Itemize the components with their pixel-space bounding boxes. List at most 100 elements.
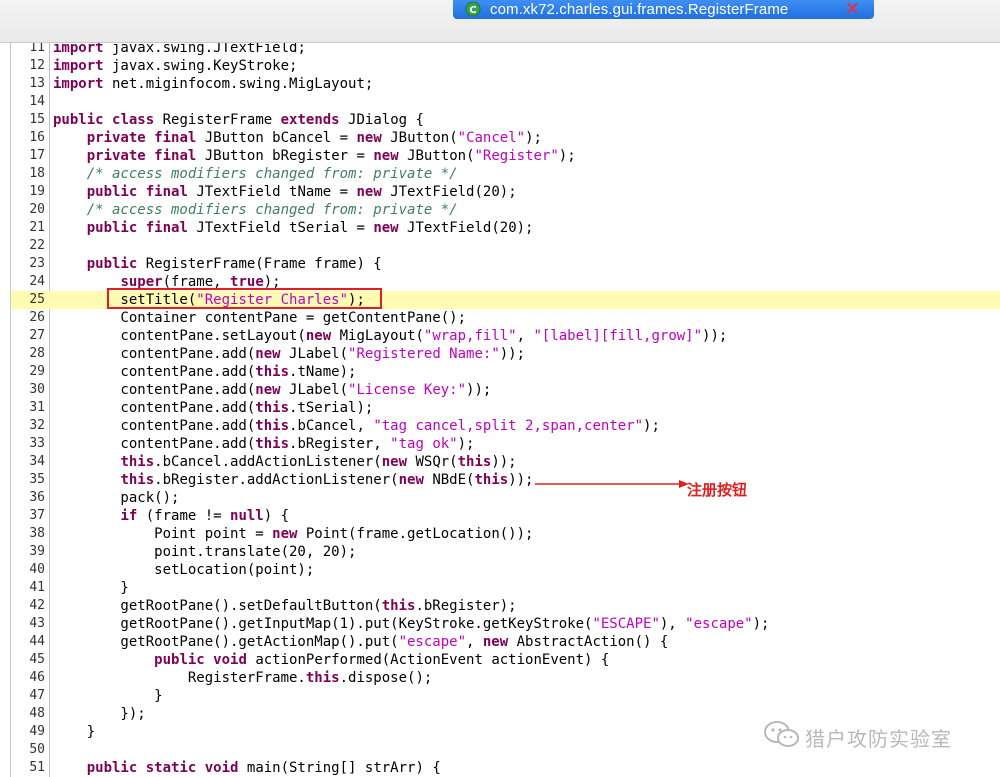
code-line: 13 import net.miginfocom.swing.MigLayout; bbox=[11, 75, 1000, 93]
line-number: 47 bbox=[29, 688, 45, 703]
code-line: 28 contentPane.add(new JLabel("Registere… bbox=[11, 345, 1000, 363]
window-toolbar: C com.xk72.charles.gui.frames.RegisterFr… bbox=[0, 0, 1000, 43]
code-line: 51 public static void main(String[] strA… bbox=[11, 759, 1000, 777]
code-line: 37 if (frame != null) { bbox=[11, 507, 1000, 525]
code-text: contentPane.add(this.tName); bbox=[53, 364, 357, 380]
line-number: 39 bbox=[29, 544, 45, 559]
code-editor[interactable]: 11 import javax.swing.JTextField; 12 import… bbox=[10, 42, 1000, 777]
line-number: 29 bbox=[29, 364, 45, 379]
code-line: 15 public class RegisterFrame extends JDi… bbox=[11, 111, 1000, 129]
code-text: getRootPane().getActionMap().put("escape… bbox=[53, 634, 669, 650]
code-text: /* access modifiers changed from: privat… bbox=[86, 166, 458, 182]
line-number: 49 bbox=[29, 724, 45, 739]
code-line: 46 RegisterFrame.this.dispose(); bbox=[11, 669, 1000, 687]
annotation-label: 注册按钮 bbox=[687, 481, 748, 499]
code-line: 40 setLocation(point); bbox=[11, 561, 1000, 579]
code-text: pack(); bbox=[53, 490, 180, 506]
code-line: 35 this.bRegister.addActionListener(new … bbox=[11, 471, 1000, 489]
code-line: 39 point.translate(20, 20); bbox=[11, 543, 1000, 561]
code-line: 31 contentPane.add(this.tSerial); bbox=[11, 399, 1000, 417]
code-text: public class RegisterFrame extends JDial… bbox=[53, 112, 424, 128]
line-number: 21 bbox=[29, 220, 45, 235]
line-number: 41 bbox=[29, 580, 45, 595]
code-text: public final JTextField tSerial = new JT… bbox=[86, 220, 534, 236]
code-line: 19 public final JTextField tName = new J… bbox=[11, 183, 1000, 201]
line-number: 45 bbox=[29, 652, 45, 667]
code-text: RegisterFrame.this.dispose(); bbox=[53, 670, 433, 686]
code-text: } bbox=[53, 688, 163, 704]
code-line: 48 }); bbox=[11, 705, 1000, 723]
code-line: 21 public final JTextField tSerial = new… bbox=[11, 219, 1000, 237]
code-line: 34 this.bCancel.addActionListener(new WS… bbox=[11, 453, 1000, 471]
code-text: private final JButton bRegister = new JB… bbox=[86, 148, 576, 164]
code-text: /* access modifiers changed from: privat… bbox=[86, 202, 458, 218]
code-text: contentPane.add(this.bRegister, "tag ok"… bbox=[53, 436, 475, 452]
code-text: public RegisterFrame(Frame frame) { bbox=[86, 256, 382, 272]
code-line: 33 contentPane.add(this.bRegister, "tag … bbox=[11, 435, 1000, 453]
line-number: 12 bbox=[29, 58, 45, 73]
line-number: 36 bbox=[29, 490, 45, 505]
line-number: 44 bbox=[29, 634, 45, 649]
code-line: 36 pack(); bbox=[11, 489, 1000, 507]
line-number: 50 bbox=[29, 742, 45, 757]
code-text: import net.miginfocom.swing.MigLayout; bbox=[53, 76, 374, 92]
code-line: 14 bbox=[11, 93, 1000, 111]
code-line: 20 /* access modifiers changed from: pri… bbox=[11, 201, 1000, 219]
code-text: getRootPane().setDefaultButton(this.bReg… bbox=[53, 598, 517, 614]
line-number: 25 bbox=[29, 292, 45, 307]
code-line: 12 import javax.swing.KeyStroke; bbox=[11, 57, 1000, 75]
close-icon[interactable]: ✕ bbox=[844, 0, 861, 19]
line-number: 24 bbox=[29, 274, 45, 289]
line-number: 48 bbox=[29, 706, 45, 721]
code-line: 11 import javax.swing.JTextField; bbox=[11, 42, 1000, 57]
code-line: 42 getRootPane().setDefaultButton(this.b… bbox=[11, 597, 1000, 615]
code-text: Point point = new Point(frame.getLocatio… bbox=[53, 526, 534, 542]
code-text: if (frame != null) { bbox=[120, 508, 290, 524]
line-number: 16 bbox=[29, 130, 45, 145]
code-line: 44 getRootPane().getActionMap().put("esc… bbox=[11, 633, 1000, 651]
code-line: 47 } bbox=[11, 687, 1000, 705]
line-number: 11 bbox=[29, 42, 45, 55]
line-number: 34 bbox=[29, 454, 45, 469]
annotation-arrow bbox=[535, 480, 689, 488]
line-number: 26 bbox=[29, 310, 45, 325]
code-line: 17 private final JButton bRegister = new… bbox=[11, 147, 1000, 165]
code-line: 41 } bbox=[11, 579, 1000, 597]
code-line: 29 contentPane.add(this.tName); bbox=[11, 363, 1000, 381]
tab-registerframe[interactable]: C com.xk72.charles.gui.frames.RegisterFr… bbox=[453, 0, 874, 19]
code-text: public final JTextField tName = new JTex… bbox=[86, 184, 517, 200]
tab-title: com.xk72.charles.gui.frames.RegisterFram… bbox=[490, 1, 789, 18]
line-number: 40 bbox=[29, 562, 45, 577]
code-text: contentPane.add(new JLabel("Registered N… bbox=[53, 346, 526, 362]
code-text: point.translate(20, 20); bbox=[53, 544, 357, 560]
code-text: public static void main(String[] strArr)… bbox=[86, 760, 441, 776]
line-number: 27 bbox=[29, 328, 45, 343]
line-number: 31 bbox=[29, 400, 45, 415]
svg-text:C: C bbox=[469, 5, 476, 16]
line-number: 43 bbox=[29, 616, 45, 631]
code-text: } bbox=[53, 724, 96, 740]
code-line: 32 contentPane.add(this.bCancel, "tag ca… bbox=[11, 417, 1000, 435]
line-number: 51 bbox=[29, 760, 45, 775]
code-text: import javax.swing.KeyStroke; bbox=[53, 58, 298, 74]
code-text: contentPane.add(this.bCancel, "tag cance… bbox=[53, 418, 660, 434]
code-text: this.bCancel.addActionListener(new WSQr(… bbox=[120, 454, 517, 470]
code-text: contentPane.setLayout(new MigLayout("wra… bbox=[53, 328, 728, 344]
code-line: 43 getRootPane().getInputMap(1).put(KeyS… bbox=[11, 615, 1000, 633]
line-number: 38 bbox=[29, 526, 45, 541]
highlight-box bbox=[107, 288, 382, 309]
line-number: 15 bbox=[29, 112, 45, 127]
code-line: 18 /* access modifiers changed from: pri… bbox=[11, 165, 1000, 183]
line-number: 37 bbox=[29, 508, 45, 523]
code-text: contentPane.add(this.tSerial); bbox=[53, 400, 374, 416]
line-number: 20 bbox=[29, 202, 45, 217]
code-text: } bbox=[53, 580, 129, 596]
line-number: 32 bbox=[29, 418, 45, 433]
code-line: 45 public void actionPerformed(ActionEve… bbox=[11, 651, 1000, 669]
code-text: this.bRegister.addActionListener(new NBd… bbox=[120, 472, 534, 488]
code-text: setLocation(point); bbox=[53, 562, 315, 578]
code-line: 30 contentPane.add(new JLabel("License K… bbox=[11, 381, 1000, 399]
code-text: Container contentPane = getContentPane()… bbox=[53, 310, 467, 326]
wechat-icon bbox=[764, 721, 799, 747]
line-number: 19 bbox=[29, 184, 45, 199]
